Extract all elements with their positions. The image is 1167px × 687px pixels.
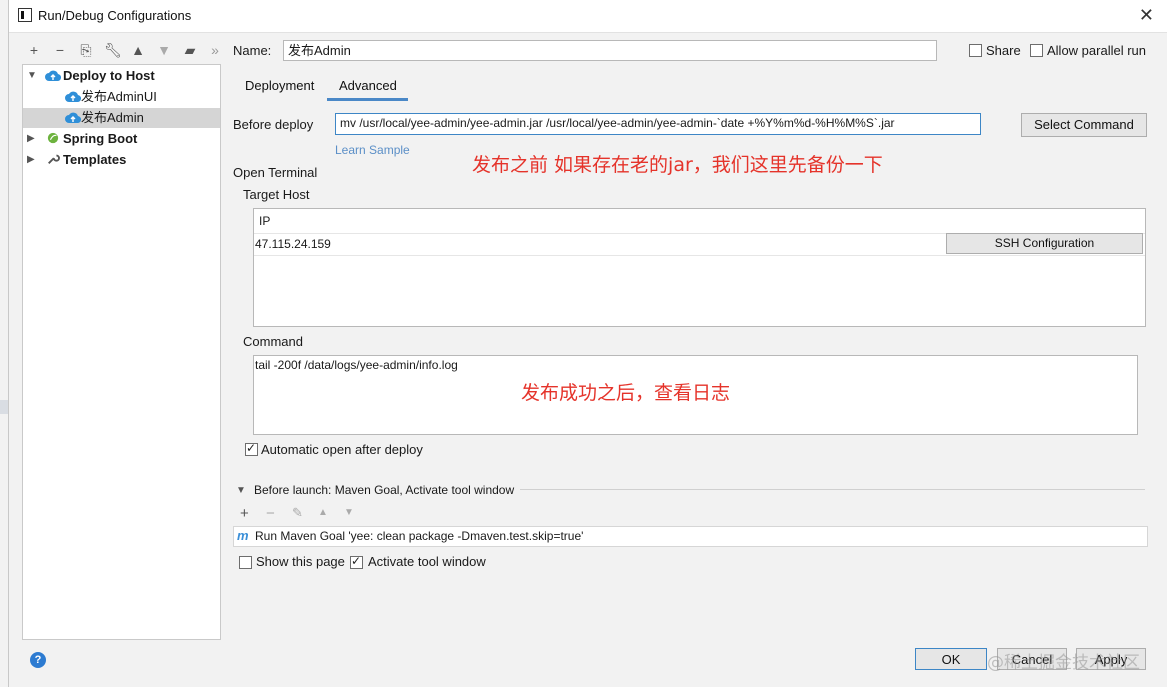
maven-task-item[interactable]: Run Maven Goal 'yee: clean package -Dmav… xyxy=(255,529,583,543)
show-this-page-checkbox[interactable] xyxy=(239,556,252,569)
cloud-upload-icon xyxy=(65,112,81,124)
more-icon[interactable]: » xyxy=(207,42,223,58)
add-icon[interactable]: + xyxy=(26,42,42,58)
name-field[interactable]: 发布Admin xyxy=(283,40,937,61)
tree-item-label: 发布AdminUI xyxy=(81,89,157,104)
edit-task-icon[interactable]: ✎ xyxy=(292,505,303,521)
maven-icon: m xyxy=(237,528,249,543)
tree-item-label: Templates xyxy=(63,152,127,167)
name-label: Name: xyxy=(233,43,272,58)
automatic-open-label: Automatic open after deploy xyxy=(261,442,423,457)
add-task-icon[interactable]: + xyxy=(240,505,249,522)
share-checkbox[interactable] xyxy=(969,44,982,57)
ip-column-header: IP xyxy=(259,214,271,228)
wrench-icon[interactable]: 🔧︎ xyxy=(104,42,122,59)
configuration-tree: ▼ Deploy to Host 发布AdminUI 发布Admin ▶ Spr… xyxy=(22,64,221,640)
automatic-open-checkbox[interactable] xyxy=(245,441,258,456)
spring-boot-icon xyxy=(47,132,59,144)
select-command-button[interactable]: Select Command xyxy=(1021,113,1147,137)
tree-item-deploy-to-host[interactable]: ▼ Deploy to Host xyxy=(23,66,220,86)
expand-icon[interactable]: ▼ xyxy=(27,66,37,86)
move-up-icon[interactable]: ▲ xyxy=(130,42,146,58)
command-label: Command xyxy=(243,334,303,349)
before-deploy-label: Before deploy xyxy=(233,117,314,132)
help-icon[interactable]: ? xyxy=(30,652,46,668)
intellij-app-icon xyxy=(18,8,32,22)
command-text: tail -200f /data/logs/yee-admin/info.log xyxy=(255,358,458,372)
remove-task-icon[interactable]: − xyxy=(266,505,275,522)
before-launch-collapse-icon[interactable]: ▼ xyxy=(236,485,246,496)
wrench-icon xyxy=(48,154,60,164)
remove-icon[interactable]: − xyxy=(52,42,68,58)
active-tab-indicator xyxy=(327,98,408,101)
copy-icon[interactable]: ⎘ xyxy=(78,42,94,59)
tree-item-label: Deploy to Host xyxy=(63,68,155,83)
target-host-label: Target Host xyxy=(243,187,310,202)
tree-item-spring-boot[interactable]: ▶ Spring Boot xyxy=(23,129,220,149)
move-task-up-icon[interactable]: ▲ xyxy=(318,507,328,518)
tree-item-templates[interactable]: ▶ Templates xyxy=(23,150,220,170)
collapse-icon[interactable]: ▶ xyxy=(27,150,35,170)
move-task-down-icon[interactable]: ▼ xyxy=(344,507,354,518)
share-label: Share xyxy=(986,43,1021,58)
tree-item-label: 发布Admin xyxy=(81,110,144,125)
before-deploy-field[interactable]: mv /usr/local/yee-admin/yee-admin.jar /u… xyxy=(335,113,981,135)
collapse-icon[interactable]: ▶ xyxy=(27,129,35,149)
tab-deployment[interactable]: Deployment xyxy=(245,78,314,100)
cloud-upload-icon xyxy=(45,70,61,82)
activate-tool-window-label: Activate tool window xyxy=(368,554,486,569)
before-launch-task-list: m Run Maven Goal 'yee: clean package -Dm… xyxy=(233,526,1148,547)
target-host-table: IP 47.115.24.159 SSH Configuration xyxy=(253,208,1146,327)
table-row-divider xyxy=(254,255,1145,256)
window-title: Run/Debug Configurations xyxy=(38,8,192,23)
before-launch-header: Before launch: Maven Goal, Activate tool… xyxy=(254,483,515,497)
tree-item-adminui[interactable]: 发布AdminUI xyxy=(23,87,220,107)
show-this-page-label: Show this page xyxy=(256,554,345,569)
watermark: @稀土掘金技术社区 xyxy=(987,653,1140,673)
tab-advanced[interactable]: Advanced xyxy=(339,78,397,100)
allow-parallel-label: Allow parallel run xyxy=(1047,43,1146,58)
learn-sample-link[interactable]: Learn Sample xyxy=(335,143,410,157)
ok-button[interactable]: OK xyxy=(915,648,987,670)
move-down-icon[interactable]: ▼ xyxy=(156,42,172,58)
before-launch-divider xyxy=(520,489,1145,490)
title-bar: Run/Debug Configurations ✕ xyxy=(9,0,1167,33)
tree-item-admin[interactable]: 发布Admin xyxy=(23,108,220,128)
close-icon[interactable]: ✕ xyxy=(1139,5,1154,26)
before-deploy-annotation: 发布之前 如果存在老的jar，我们这里先备份一下 xyxy=(472,154,883,176)
folder-icon[interactable]: ▰ xyxy=(182,42,198,59)
tree-item-label: Spring Boot xyxy=(63,131,138,146)
run-debug-dialog: Run/Debug Configurations ✕ + − ⎘ 🔧︎ ▲ ▼ … xyxy=(8,0,1167,687)
host-ip-cell[interactable]: 47.115.24.159 xyxy=(255,237,331,251)
activate-tool-window-checkbox[interactable] xyxy=(350,554,363,569)
ssh-configuration-button[interactable]: SSH Configuration xyxy=(946,233,1143,254)
command-annotation: 发布成功之后，查看日志 xyxy=(521,382,731,404)
open-terminal-label: Open Terminal xyxy=(233,165,318,180)
command-textarea[interactable]: tail -200f /data/logs/yee-admin/info.log… xyxy=(253,355,1138,435)
allow-parallel-checkbox[interactable] xyxy=(1030,44,1043,57)
cloud-upload-icon xyxy=(65,91,81,103)
